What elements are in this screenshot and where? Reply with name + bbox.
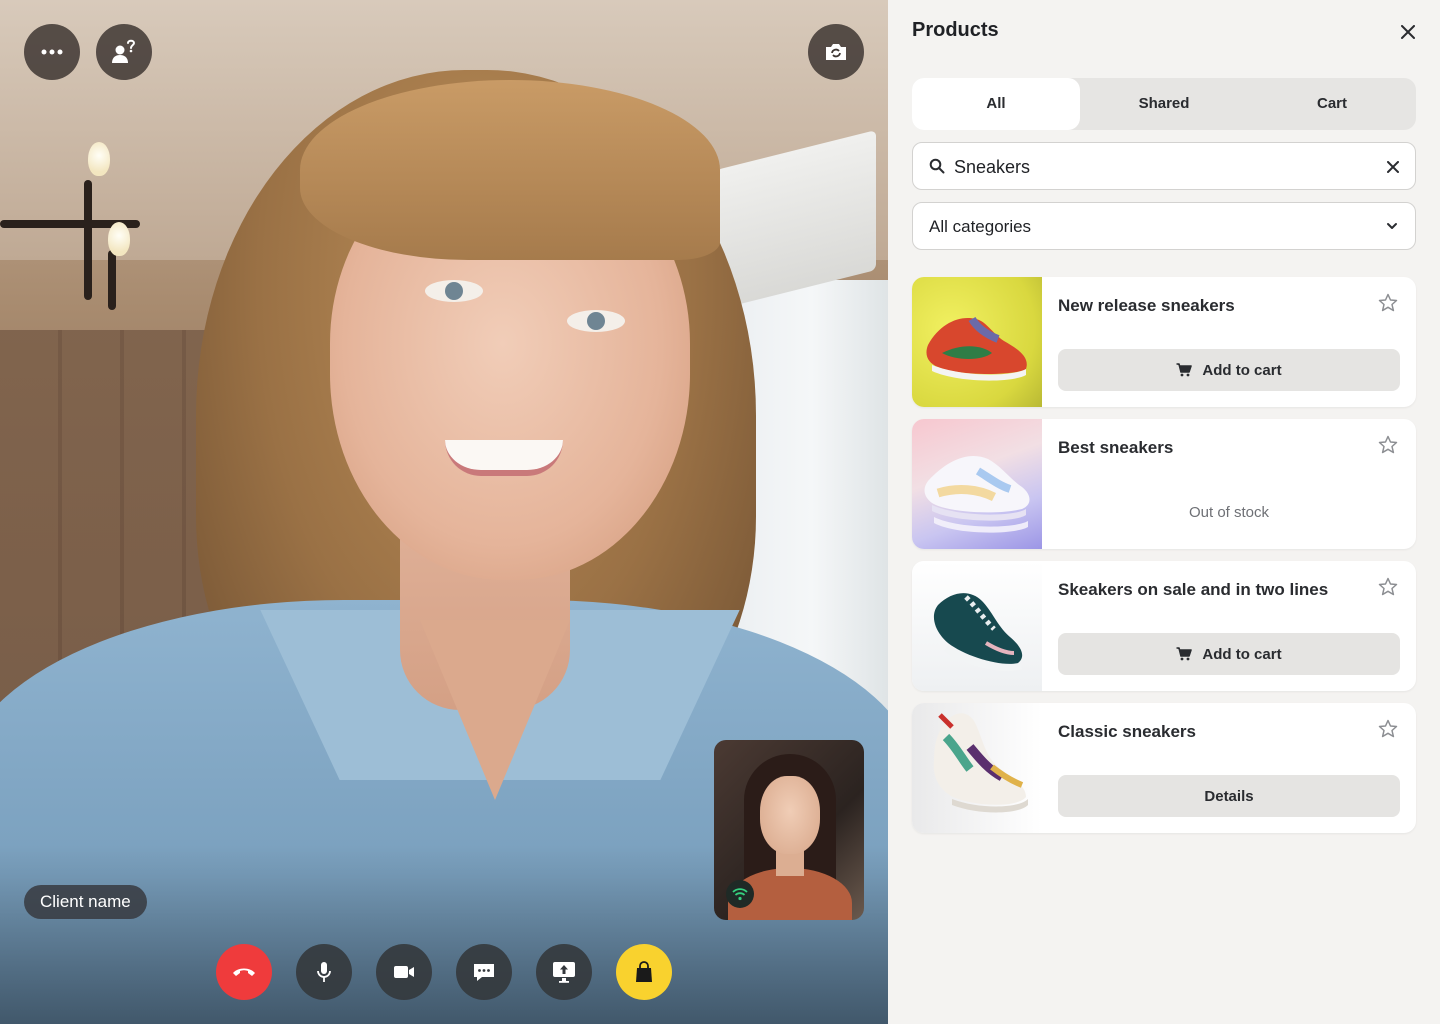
person-eye — [425, 280, 483, 302]
bulb — [108, 222, 130, 256]
product-name: Classic sneakers — [1058, 722, 1196, 741]
screen-share-button[interactable] — [536, 944, 592, 1000]
product-tabs: All Shared Cart — [912, 78, 1416, 130]
star-icon[interactable] — [1378, 435, 1398, 455]
product-card[interactable]: New release sneakers Add to cart — [912, 277, 1416, 407]
product-image — [912, 419, 1042, 549]
camera-button[interactable] — [376, 944, 432, 1000]
person-mouth — [445, 440, 563, 476]
self-view-video[interactable] — [714, 740, 864, 920]
tab-shared[interactable]: Shared — [1080, 78, 1248, 130]
details-button[interactable]: Details — [1058, 775, 1400, 817]
product-name: Skeakers on sale and in two lines — [1058, 580, 1329, 599]
product-image — [912, 703, 1042, 833]
camera-switch-icon — [826, 44, 846, 60]
microphone-button[interactable] — [296, 944, 352, 1000]
add-to-cart-button[interactable]: Add to cart — [1058, 349, 1400, 391]
video-call-view: Client name — [0, 0, 888, 1024]
background-chandelier — [0, 160, 160, 330]
category-select[interactable]: All categories — [912, 202, 1416, 250]
product-image — [912, 277, 1042, 407]
search-input[interactable] — [954, 152, 1364, 182]
video-camera-icon — [394, 966, 414, 978]
tab-cart[interactable]: Cart — [1248, 78, 1416, 130]
screen-share-icon — [553, 962, 575, 983]
add-to-cart-button[interactable]: Add to cart — [1058, 633, 1400, 675]
client-name-label: Client name — [24, 885, 147, 919]
help-icon — [112, 39, 136, 63]
product-card[interactable]: Skeakers on sale and in two lines Add to… — [912, 561, 1416, 691]
search-icon — [929, 158, 945, 174]
bulb — [88, 142, 110, 176]
chat-icon — [474, 964, 494, 981]
more-icon — [41, 49, 63, 55]
close-icon — [1401, 25, 1415, 39]
search-box — [912, 142, 1416, 190]
person-hair-front — [300, 80, 720, 260]
end-call-button[interactable] — [216, 944, 272, 1000]
star-icon[interactable] — [1378, 577, 1398, 597]
clear-search-button[interactable] — [1383, 157, 1403, 177]
more-options-button[interactable] — [24, 24, 80, 80]
product-card[interactable]: Best sneakers Out of stock — [912, 419, 1416, 549]
microphone-icon — [317, 962, 331, 982]
help-button[interactable] — [96, 24, 152, 80]
category-select-value: All categories — [929, 217, 1032, 236]
details-label: Details — [1204, 787, 1254, 805]
cart-icon — [1176, 647, 1193, 661]
person-eye — [567, 310, 625, 332]
products-button[interactable] — [616, 944, 672, 1000]
shopping-bag-icon — [636, 961, 652, 982]
out-of-stock-label: Out of stock — [1188, 504, 1270, 521]
chevron-down-icon — [1387, 223, 1397, 229]
connection-status — [726, 880, 754, 908]
add-to-cart-label: Add to cart — [1202, 645, 1282, 663]
close-panel-button[interactable] — [1394, 18, 1422, 46]
product-name: Best sneakers — [1058, 438, 1174, 457]
signal-icon — [732, 888, 748, 901]
tab-all[interactable]: All — [912, 78, 1080, 130]
product-image — [912, 561, 1042, 691]
star-icon[interactable] — [1378, 293, 1398, 313]
chat-button[interactable] — [456, 944, 512, 1000]
add-to-cart-label: Add to cart — [1202, 361, 1282, 379]
product-name: New release sneakers — [1058, 296, 1235, 315]
cart-icon — [1176, 363, 1193, 377]
product-card[interactable]: Classic sneakers Details — [912, 703, 1416, 833]
clear-icon — [1387, 161, 1399, 173]
self-view-face — [760, 776, 820, 854]
end-call-icon — [233, 968, 255, 976]
products-panel: Products All Shared Cart All categories — [888, 0, 1440, 1024]
switch-camera-button[interactable] — [808, 24, 864, 80]
star-icon[interactable] — [1378, 719, 1398, 739]
panel-title: Products — [912, 19, 999, 41]
